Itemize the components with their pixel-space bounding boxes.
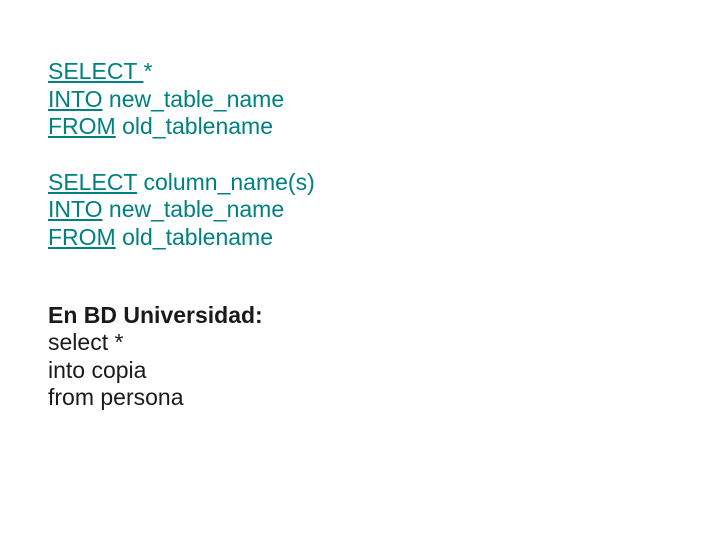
syntax1-line-2: INTO new_table_name [48, 86, 720, 114]
example-line-3: from persona [48, 384, 720, 412]
select-target: * [143, 58, 152, 84]
sql-syntax-block-2: SELECT column_name(s) INTO new_table_nam… [48, 169, 720, 252]
syntax2-line-2: INTO new_table_name [48, 196, 720, 224]
keyword-from: FROM [48, 224, 116, 250]
example-line-2: into copia [48, 357, 720, 385]
syntax2-line-3: FROM old_tablename [48, 224, 720, 252]
example-line-1: select * [48, 329, 720, 357]
syntax1-line-1: SELECT * [48, 58, 720, 86]
into-target: new_table_name [109, 86, 284, 112]
keyword-select: SELECT [48, 169, 137, 195]
from-target: old_tablename [122, 113, 273, 139]
syntax2-line-1: SELECT column_name(s) [48, 169, 720, 197]
sql-syntax-block-1: SELECT * INTO new_table_name FROM old_ta… [48, 58, 720, 141]
syntax1-line-3: FROM old_tablename [48, 113, 720, 141]
example-block: En BD Universidad: select * into copia f… [48, 302, 720, 412]
into-target: new_table_name [109, 196, 284, 222]
keyword-select: SELECT [48, 58, 143, 84]
select-columns: column_name(s) [143, 169, 314, 195]
keyword-from: FROM [48, 113, 116, 139]
from-target: old_tablename [122, 224, 273, 250]
keyword-into: INTO [48, 86, 103, 112]
example-heading: En BD Universidad: [48, 302, 720, 330]
keyword-into: INTO [48, 196, 103, 222]
